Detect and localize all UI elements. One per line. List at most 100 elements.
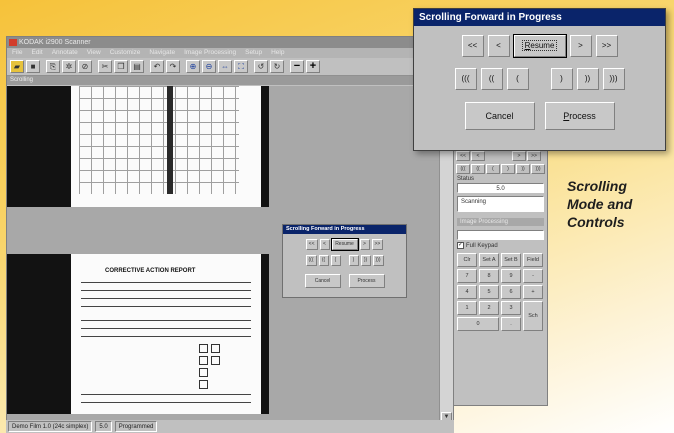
rotate-right-icon[interactable]: ↻ (270, 60, 284, 73)
menu-help[interactable]: Help (271, 48, 284, 58)
menu-navigate[interactable]: Navigate (149, 48, 175, 58)
form-line (81, 336, 251, 337)
redo-icon[interactable]: ↷ (166, 60, 180, 73)
key-clear[interactable]: Clr (457, 253, 477, 267)
menu-setup[interactable]: Setup (245, 48, 262, 58)
cancel-button[interactable]: Cancel (464, 102, 535, 130)
open-icon[interactable]: ▰ (10, 60, 24, 73)
mini-prev-button[interactable]: < (319, 239, 330, 250)
rescan-icon[interactable]: ✲ (62, 60, 76, 73)
image-address-input[interactable] (457, 230, 544, 240)
nav-first-button[interactable]: << (456, 151, 470, 161)
key-2[interactable]: 2 (479, 301, 499, 315)
menu-edit[interactable]: Edit (31, 48, 42, 58)
mini-back-3-button[interactable]: ((( (305, 255, 317, 266)
mini-back-1-button[interactable]: ( (330, 255, 341, 266)
first-page-button[interactable]: << (461, 35, 484, 57)
key-0[interactable]: 0 (457, 317, 499, 331)
zoom-in-icon[interactable]: ⊕ (186, 60, 200, 73)
cut-icon[interactable]: ✂ (98, 60, 112, 73)
process-button[interactable]: Process (544, 102, 615, 130)
key-search[interactable]: Sch (523, 301, 543, 331)
menu-customize[interactable]: Customize (110, 48, 141, 58)
key-field[interactable]: Field (523, 253, 543, 267)
scroll-forward-slow-button[interactable]: ) (550, 68, 573, 90)
scroll-back-2-button[interactable]: (( (471, 164, 485, 174)
key-set-a[interactable]: Set A (479, 253, 499, 267)
app-title-bar: KODAK i2900 Scanner (7, 37, 453, 48)
grid-column-bar (167, 86, 173, 194)
scroll-back-fast-button[interactable]: ((( (454, 68, 477, 90)
mini-next-button[interactable]: > (359, 239, 370, 250)
key-7[interactable]: 7 (457, 269, 477, 283)
key-set-b[interactable]: Set B (501, 253, 521, 267)
mini-fwd-3-button[interactable]: ))) (372, 255, 384, 266)
key-9[interactable]: 9 (501, 269, 521, 283)
full-keypad-checkbox[interactable]: ✓ Full Keypad (454, 240, 547, 251)
previous-page-button[interactable]: < (487, 35, 510, 57)
menu-image-processing[interactable]: Image Processing (184, 48, 236, 58)
key-minus[interactable]: - (523, 269, 543, 283)
status-batch: Demo Film 1.0 (24c simplex) (8, 421, 93, 432)
mode-label: Scrolling (7, 76, 453, 85)
mini-last-button[interactable]: >> (371, 239, 384, 250)
fit-width-icon[interactable]: ⇔ (218, 60, 232, 73)
mini-dialog-title: Scrolling Forward in Progress (283, 225, 406, 234)
mini-cancel-button[interactable]: Cancel (304, 274, 341, 288)
key-4[interactable]: 4 (457, 285, 477, 299)
scroll-back-slow-button[interactable]: ( (506, 68, 529, 90)
status-label: Status (457, 176, 475, 182)
app-title: KODAK i2900 Scanner (19, 39, 91, 46)
toolbar: ▰ ■ ⎘ ✲ ⊘ ✂ ❐ ▤ ↶ ↷ ⊕ ⊖ ⇔ ⛶ ↺ ↻ − + (7, 58, 453, 76)
scroll-forward-fast-button[interactable]: ))) (602, 68, 625, 90)
save-icon[interactable]: ■ (26, 60, 40, 73)
key-dot[interactable]: . (501, 317, 521, 331)
scroll-fwd-2-button[interactable]: )) (516, 164, 530, 174)
rotate-left-icon[interactable]: ↺ (254, 60, 268, 73)
menu-view[interactable]: View (87, 48, 101, 58)
scan-icon[interactable]: ⎘ (46, 60, 60, 73)
key-6[interactable]: 6 (501, 285, 521, 299)
paste-icon[interactable]: ▤ (130, 60, 144, 73)
copy-icon[interactable]: ❐ (114, 60, 128, 73)
mini-back-2-button[interactable]: (( (318, 255, 329, 266)
scroll-back-1-button[interactable]: ( (486, 164, 500, 174)
mini-first-button[interactable]: << (305, 239, 318, 250)
zoom-minus-button[interactable]: − (290, 60, 304, 73)
menu-annotate[interactable]: Annotate (52, 48, 78, 58)
form-checkbox (199, 380, 208, 389)
menu-file[interactable]: File (12, 48, 22, 58)
nav-last-button[interactable]: >> (527, 151, 541, 161)
last-page-button[interactable]: >> (595, 35, 618, 57)
next-page-button[interactable]: > (569, 35, 592, 57)
scroll-fwd-3-button[interactable]: ))) (531, 164, 545, 174)
mini-process-button[interactable]: Process (348, 274, 385, 288)
grid-form (79, 86, 239, 194)
undo-icon[interactable]: ↶ (150, 60, 164, 73)
zoom-out-icon[interactable]: ⊖ (202, 60, 216, 73)
resume-label-rest: esume (530, 41, 555, 50)
key-1[interactable]: 1 (457, 301, 477, 315)
key-5[interactable]: 5 (479, 285, 499, 299)
mini-fwd-2-button[interactable]: )) (360, 255, 371, 266)
scroll-forward-medium-button[interactable]: )) (576, 68, 599, 90)
key-8[interactable]: 8 (479, 269, 499, 283)
scroll-back-medium-button[interactable]: (( (480, 68, 503, 90)
status-value: 5.0 (457, 183, 544, 193)
scanned-page-grid (71, 86, 261, 207)
form-line (81, 298, 251, 299)
mini-fwd-1-button[interactable]: ) (348, 255, 359, 266)
nav-next-button[interactable]: > (512, 151, 526, 161)
stop-icon[interactable]: ⊘ (78, 60, 92, 73)
scroll-fwd-1-button[interactable]: ) (501, 164, 515, 174)
mini-resume-button[interactable]: Resume (330, 238, 359, 251)
resume-button[interactable]: Resume (512, 34, 567, 58)
key-3[interactable]: 3 (501, 301, 521, 315)
full-keypad-label: Full Keypad (466, 242, 498, 249)
scroll-back-3-button[interactable]: ((( (456, 164, 470, 174)
zoom-plus-button[interactable]: + (306, 60, 320, 73)
key-plus[interactable]: + (523, 285, 543, 299)
status-bar: Demo Film 1.0 (24c simplex) 5.0 Programm… (6, 420, 454, 433)
fit-page-icon[interactable]: ⛶ (234, 60, 248, 73)
nav-prev-button[interactable]: < (471, 151, 485, 161)
